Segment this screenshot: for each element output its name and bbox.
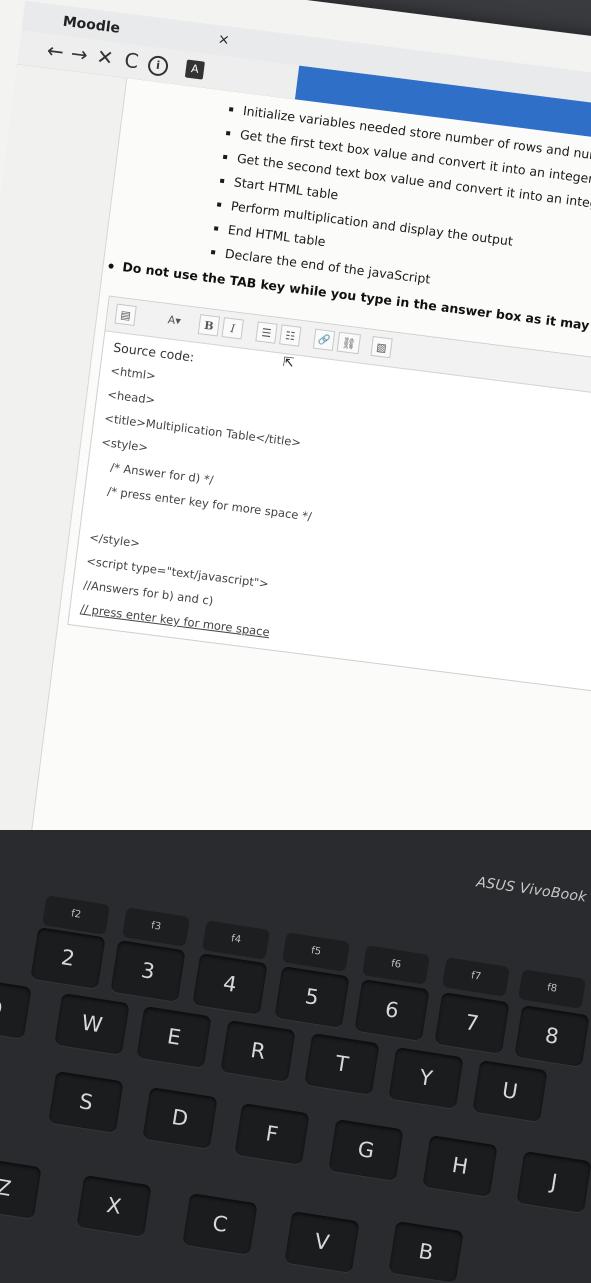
browser-window: Moodle × ← → ✕ C i A Initialize variable… xyxy=(0,0,591,830)
key-e[interactable]: E xyxy=(136,1006,212,1068)
tab-close-icon[interactable]: × xyxy=(217,31,231,48)
key-3[interactable]: 3 xyxy=(110,940,186,1002)
bold-button[interactable]: B xyxy=(197,314,221,337)
pdf-icon[interactable]: A xyxy=(184,59,205,80)
key-w[interactable]: W xyxy=(54,993,130,1055)
key-s[interactable]: S xyxy=(48,1071,124,1133)
ordered-list-icon[interactable]: ☷ xyxy=(279,324,302,347)
key-r[interactable]: R xyxy=(220,1020,296,1082)
image-icon[interactable]: ▨ xyxy=(370,335,393,359)
key-d[interactable]: D xyxy=(142,1087,218,1149)
key-q[interactable]: Q xyxy=(0,977,32,1039)
key-t[interactable]: T xyxy=(304,1033,380,1095)
unordered-list-icon[interactable]: ☰ xyxy=(255,321,278,344)
key-j[interactable]: J xyxy=(516,1151,591,1213)
reload-icon[interactable]: C xyxy=(123,48,140,74)
key-z[interactable]: Z xyxy=(0,1157,42,1219)
italic-button[interactable]: I xyxy=(221,317,244,340)
key-c[interactable]: C xyxy=(182,1193,258,1255)
key-g[interactable]: G xyxy=(328,1119,404,1181)
key-u[interactable]: U xyxy=(472,1060,548,1122)
unlink-icon[interactable]: ⛓ xyxy=(336,331,361,355)
key-4[interactable]: 4 xyxy=(192,953,268,1015)
key-7[interactable]: 7 xyxy=(434,992,510,1054)
editor-text-area[interactable]: Source code: <html> <head> <title>Multip… xyxy=(78,340,330,653)
fkey[interactable]: f5 xyxy=(282,932,350,972)
back-icon[interactable]: ← xyxy=(46,38,66,64)
fkey[interactable]: f6 xyxy=(362,945,430,985)
chevron-down-icon: ▾ xyxy=(174,314,182,328)
key-b[interactable]: B xyxy=(388,1221,464,1283)
key-6[interactable]: 6 xyxy=(354,979,430,1041)
key-8[interactable]: 8 xyxy=(514,1005,590,1067)
link-icon[interactable]: 🔗 xyxy=(312,328,336,352)
key-f[interactable]: F xyxy=(234,1103,310,1165)
font-size-button[interactable]: A▾ xyxy=(154,309,194,334)
key-v[interactable]: V xyxy=(284,1211,360,1273)
stop-icon[interactable]: ✕ xyxy=(95,44,115,70)
fkey[interactable]: f7 xyxy=(442,957,510,997)
keyboard: f2 f3 f4 f5 f6 f7 f8 2 3 4 5 6 7 8 Q W E… xyxy=(0,880,591,1283)
key-2[interactable]: 2 xyxy=(30,927,106,989)
key-y[interactable]: Y xyxy=(388,1047,464,1109)
paragraph-format-icon[interactable]: ▤ xyxy=(114,303,137,326)
fkey[interactable]: f4 xyxy=(202,920,270,960)
forward-icon[interactable]: → xyxy=(69,41,89,67)
laptop-screen: Moodle × ← → ✕ C i A Initialize variable… xyxy=(0,0,591,830)
key-x[interactable]: X xyxy=(76,1175,152,1237)
key-h[interactable]: H xyxy=(422,1135,498,1197)
fkey[interactable]: f3 xyxy=(122,907,190,947)
key-5[interactable]: 5 xyxy=(274,966,350,1028)
fkey[interactable]: f8 xyxy=(518,969,586,1009)
